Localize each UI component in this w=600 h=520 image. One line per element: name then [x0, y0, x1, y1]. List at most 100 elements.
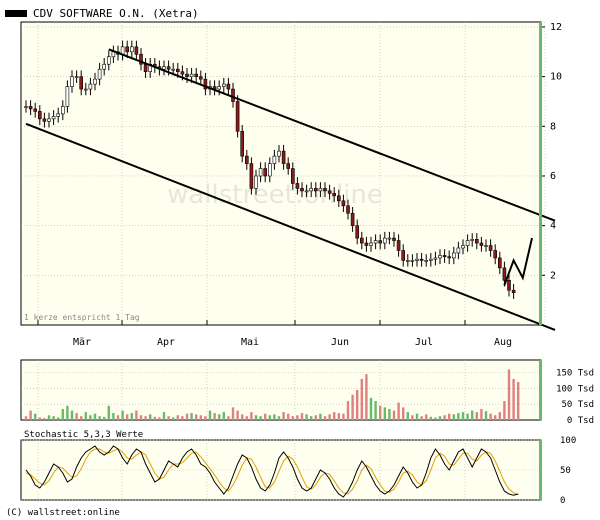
stochastic-right-bar	[539, 440, 542, 500]
volume-bar	[250, 412, 253, 420]
candle-body	[199, 76, 203, 80]
volume-bar	[103, 416, 106, 420]
candle-body	[428, 258, 433, 261]
candle-body	[396, 240, 401, 251]
volume-bar	[356, 390, 359, 420]
candle-body	[88, 83, 93, 90]
volume-bar	[24, 416, 28, 420]
candle-body	[24, 106, 28, 108]
candle-body	[511, 289, 516, 294]
stochastic-y-tick: 100	[560, 436, 576, 446]
volume-bar	[429, 416, 432, 420]
volume-bar	[89, 415, 92, 420]
volume-bar	[144, 416, 147, 420]
candle-body	[493, 250, 498, 259]
volume-bar	[135, 410, 138, 420]
volume-bar	[98, 416, 101, 420]
stochastic-y-tick: 0	[560, 496, 565, 506]
volume-bar	[466, 413, 469, 420]
volume-bar	[277, 416, 281, 420]
candle-body	[263, 168, 268, 177]
candle-body	[447, 256, 452, 259]
candle-body	[488, 245, 493, 251]
price-y-tick: 4	[550, 221, 556, 232]
candle-body	[176, 68, 180, 72]
candle-body	[341, 200, 346, 207]
volume-bar	[498, 412, 501, 420]
volume-bar	[84, 412, 87, 420]
candle-body	[461, 245, 465, 249]
candle-body	[438, 255, 442, 259]
volume-bar	[517, 382, 520, 420]
candle-body	[42, 118, 47, 122]
volume-bar	[461, 412, 465, 420]
candle-body	[290, 168, 295, 184]
volume-bar	[185, 413, 189, 420]
volume-bar	[471, 410, 474, 420]
volume-bar	[342, 413, 345, 420]
volume-bar	[254, 415, 258, 420]
volume-y-tick: 0 Tsd	[567, 416, 594, 426]
price-x-tick: Jul	[415, 337, 433, 348]
candle-body	[300, 188, 304, 192]
candle-body	[369, 242, 373, 246]
volume-bar	[241, 414, 244, 420]
volume-bar	[512, 378, 515, 420]
volume-bar	[38, 417, 41, 420]
volume-bar	[176, 415, 179, 420]
candle-body	[33, 108, 38, 112]
candle-body	[484, 245, 488, 247]
volume-bar	[208, 410, 212, 420]
volume-bar	[75, 413, 78, 420]
candle-body	[313, 188, 318, 192]
volume-bar	[503, 401, 506, 420]
volume-bar	[323, 416, 327, 420]
candle-body	[189, 73, 194, 77]
candle-body	[51, 116, 56, 120]
candle-body	[401, 250, 406, 261]
candle-body	[465, 240, 470, 246]
volume-bar	[61, 408, 64, 420]
volume-bar	[420, 416, 423, 420]
volume-bar	[452, 414, 455, 420]
candle-body	[346, 205, 350, 214]
volume-bar	[365, 374, 368, 420]
candle-body	[97, 68, 102, 80]
price-x-tick: Mär	[73, 337, 91, 348]
candle-body	[180, 71, 185, 75]
volume-y-axis: 150 Tsd 100 Tsd 50 Tsd 0 Tsd	[539, 360, 594, 426]
volume-bar	[296, 415, 299, 420]
candle-body	[373, 240, 378, 244]
volume-bar	[314, 415, 317, 420]
volume-bar	[411, 415, 414, 420]
candle-body	[359, 237, 364, 244]
volume-bar	[139, 415, 143, 420]
volume-bar	[392, 410, 396, 420]
volume-bar	[231, 407, 235, 420]
volume-bar	[379, 405, 382, 420]
volume-bar	[489, 413, 492, 420]
volume-bar	[227, 416, 230, 420]
candle-body	[424, 260, 429, 262]
candle-body	[74, 76, 79, 78]
candle-body	[245, 155, 249, 164]
candle-body	[56, 113, 61, 117]
price-y-tick: 2	[550, 270, 556, 281]
candle-body	[318, 188, 323, 192]
volume-bar	[448, 413, 451, 420]
volume-plot-area	[20, 359, 542, 421]
volume-bar	[287, 413, 290, 420]
price-right-bar	[539, 22, 542, 325]
volume-bar	[158, 417, 161, 420]
candle-body	[60, 106, 65, 115]
volume-bar	[346, 401, 350, 420]
volume-bar	[259, 416, 262, 420]
candle-body	[28, 106, 33, 110]
candle-body	[309, 188, 314, 192]
candle-body	[497, 257, 502, 269]
volume-bar	[475, 412, 478, 420]
candle-body	[323, 188, 327, 192]
volume-bar	[245, 416, 248, 420]
candle-body	[134, 46, 139, 55]
candle-body	[456, 247, 461, 254]
